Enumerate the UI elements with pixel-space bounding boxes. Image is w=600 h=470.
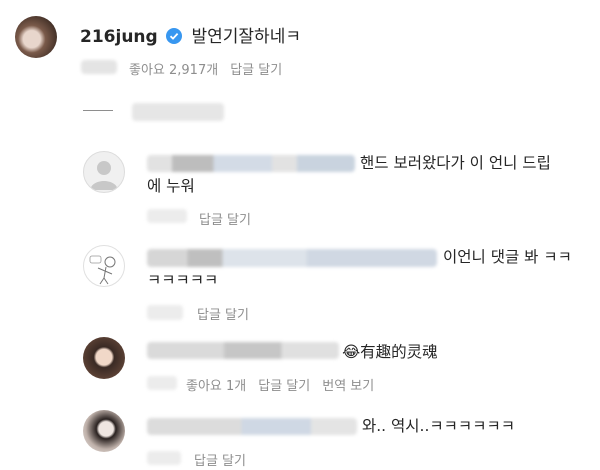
comment-reply-button[interactable]: 답글 달기 bbox=[199, 209, 251, 228]
view-replies-line[interactable] bbox=[83, 110, 113, 111]
post-author-avatar[interactable] bbox=[15, 16, 57, 58]
post-author-username[interactable]: 216jung bbox=[80, 27, 158, 47]
redacted-timestamp bbox=[147, 376, 177, 390]
comment-avatar-photo[interactable] bbox=[83, 410, 125, 452]
comment-reply-button[interactable]: 답글 달기 bbox=[197, 304, 249, 323]
redacted-timestamp bbox=[147, 451, 181, 465]
comment-text-line1: 와.. 역시..ㅋㅋㅋㅋㅋㅋ bbox=[362, 417, 515, 435]
post-caption-text: 발연기잘하네ㅋ bbox=[191, 27, 301, 47]
verified-badge-icon bbox=[166, 27, 183, 44]
post-caption-row: 216jung 발연기잘하네ㅋ bbox=[80, 22, 301, 47]
comment-likes-count[interactable]: 좋아요 1개 bbox=[186, 379, 246, 394]
comment-text-line1: 이언니 댓글 봐 ㅋㅋ bbox=[443, 248, 572, 266]
laughing-emoji-icon: 😂 bbox=[342, 343, 361, 361]
comment-text-line2: ㅋㅋㅋㅋㅋ bbox=[147, 271, 219, 289]
comment-avatar-sketch[interactable] bbox=[83, 245, 125, 287]
comment-text-line1: 핸드 보러왔다가 이 언니 드립 bbox=[360, 154, 551, 172]
post-likes-count[interactable]: 좋아요 2,917개 bbox=[129, 63, 218, 78]
redacted-view-replies-text bbox=[132, 103, 224, 121]
comment-text-line1: 😂有趣的灵魂 bbox=[342, 343, 438, 361]
redacted-username bbox=[147, 342, 339, 359]
redacted-timestamp bbox=[81, 60, 117, 74]
comment-text-line2: 에 누워 bbox=[147, 177, 195, 195]
comment-avatar-photo[interactable] bbox=[83, 337, 125, 379]
post-reply-button[interactable]: 답글 달기 bbox=[230, 63, 282, 78]
comment-reply-button[interactable]: 답글 달기 bbox=[258, 379, 310, 394]
redacted-username bbox=[147, 155, 355, 172]
redacted-username bbox=[147, 418, 357, 435]
redacted-timestamp bbox=[147, 209, 187, 223]
translate-button[interactable]: 번역 보기 bbox=[322, 379, 374, 394]
comment-meta-row: 좋아요 1개 답글 달기 번역 보기 bbox=[186, 375, 386, 394]
redacted-username bbox=[147, 249, 437, 267]
comment-avatar-default[interactable] bbox=[83, 151, 125, 193]
comment-reply-button[interactable]: 답글 달기 bbox=[194, 450, 246, 469]
post-meta-row: 좋아요 2,917개 답글 달기 bbox=[129, 59, 294, 78]
redacted-timestamp bbox=[147, 305, 183, 320]
sketch-avatar-icon bbox=[89, 255, 116, 285]
default-avatar-icon bbox=[90, 161, 118, 190]
